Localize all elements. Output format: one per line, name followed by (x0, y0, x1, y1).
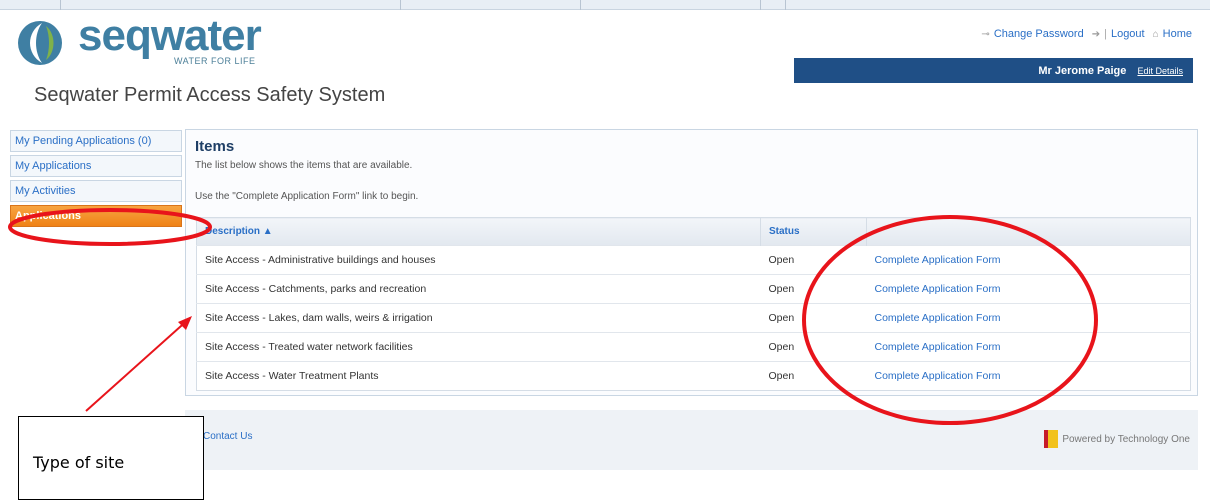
table-header-row: Description ▲ Status (196, 217, 1191, 246)
panel-description: The list below shows the items that are … (195, 160, 413, 171)
complete-application-form-link[interactable]: Complete Application Form (866, 274, 1191, 304)
strip-divider (760, 0, 761, 10)
edit-details-link[interactable]: Edit Details (1137, 66, 1183, 76)
logout-link[interactable]: ➔ | Logout (1092, 28, 1145, 40)
row-description: Site Access - Administrative buildings a… (196, 245, 761, 275)
table-row: Site Access - Water Treatment Plants Ope… (196, 361, 1191, 391)
table-row: Site Access - Catchments, parks and recr… (196, 274, 1191, 304)
strip-divider (60, 0, 61, 10)
type-of-site-callout: Type of site (18, 416, 204, 500)
home-link[interactable]: ⌂ Home (1153, 28, 1192, 40)
row-description: Site Access - Water Treatment Plants (196, 361, 761, 391)
complete-application-form-link[interactable]: Complete Application Form (866, 245, 1191, 275)
strip-divider (580, 0, 581, 10)
user-bar: Mr Jerome Paige Edit Details (794, 58, 1193, 83)
strip-divider (400, 0, 401, 10)
strip-divider (785, 0, 786, 10)
panel-instruction: Use the "Complete Application Form" link… (195, 191, 419, 202)
action-column-header (866, 217, 1191, 246)
row-description: Site Access - Lakes, dam walls, weirs & … (196, 303, 761, 333)
home-icon: ⌂ (1152, 28, 1159, 40)
callout-label: Type of site (33, 453, 125, 472)
app-title: Seqwater Permit Access Safety System (34, 84, 386, 106)
row-status: Open (760, 332, 867, 362)
change-password-link[interactable]: ⊸ Change Password (981, 28, 1083, 40)
change-password-label: Change Password (993, 28, 1084, 40)
row-description: Site Access - Treated water network faci… (196, 332, 761, 362)
browser-top-strip (0, 0, 1210, 10)
row-status: Open (760, 245, 867, 275)
logo-tagline: WATER FOR LIFE (174, 56, 256, 66)
table-row: Site Access - Treated water network faci… (196, 332, 1191, 362)
complete-application-form-link[interactable]: Complete Application Form (866, 361, 1191, 391)
top-links: ⊸ Change Password ➔ | Logout ⌂ Home (981, 28, 1192, 40)
items-panel: Items The list below shows the items tha… (185, 129, 1198, 396)
row-status: Open (760, 303, 867, 333)
page-title: Items (195, 138, 235, 155)
user-name: Mr Jerome Paige (1038, 65, 1127, 77)
row-description: Site Access - Catchments, parks and recr… (196, 274, 761, 304)
complete-application-form-link[interactable]: Complete Application Form (866, 303, 1191, 333)
separator: | (1104, 28, 1107, 40)
table-row: Site Access - Lakes, dam walls, weirs & … (196, 303, 1191, 333)
row-status: Open (760, 361, 867, 391)
footer: Contact Us Powered by Technology One (185, 410, 1198, 470)
table-row: Site Access - Administrative buildings a… (196, 245, 1191, 275)
water-drop-logo-icon (18, 21, 62, 65)
sidebar: My Pending Applications (0) My Applicati… (10, 130, 182, 230)
logo-wordmark: seqwater (78, 11, 262, 60)
status-column-header[interactable]: Status (760, 217, 867, 246)
complete-application-form-link[interactable]: Complete Application Form (866, 332, 1191, 362)
contact-us-link[interactable]: Contact Us (203, 431, 252, 442)
sidebar-item-my-activities[interactable]: My Activities (10, 180, 182, 202)
items-table: Description ▲ Status Site Access - Admin… (196, 217, 1191, 391)
key-icon: ⊸ (981, 28, 990, 40)
callout-arrow-line (85, 317, 191, 412)
sidebar-item-my-applications[interactable]: My Applications (10, 155, 182, 177)
logout-label: Logout (1110, 28, 1145, 40)
sidebar-item-applications[interactable]: Applications (10, 205, 182, 227)
powered-by[interactable]: Powered by Technology One (1044, 430, 1190, 448)
technology-one-logo-icon (1044, 430, 1059, 448)
logout-arrow-icon: ➔ (1091, 28, 1101, 40)
sidebar-item-pending-applications[interactable]: My Pending Applications (0) (10, 130, 182, 152)
description-column-header[interactable]: Description ▲ (196, 217, 761, 246)
row-status: Open (760, 274, 867, 304)
powered-by-label: Powered by Technology One (1062, 433, 1190, 445)
seqwater-logo[interactable]: seqwater WATER FOR LIFE (12, 11, 292, 74)
home-label: Home (1162, 28, 1192, 40)
